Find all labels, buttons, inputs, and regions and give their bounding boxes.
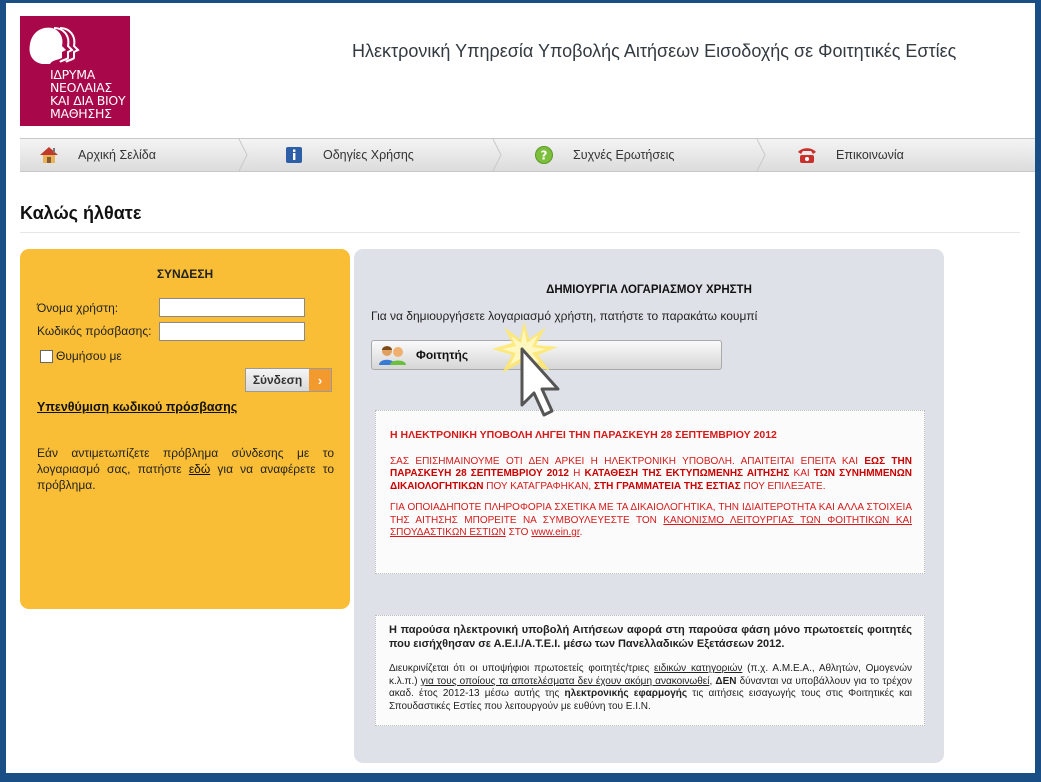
username-input[interactable] [159, 298, 305, 317]
login-panel: ΣΥΝΔΕΣΗ Όνομα χρήστη: Κωδικός πρόσβασης:… [20, 249, 350, 609]
login-button-label: Σύνδεση [252, 373, 303, 387]
nav-separator [492, 139, 502, 171]
eligibility-headline: Η παρούσα ηλεκτρονική υποβολή Αιτήσεων α… [389, 624, 912, 650]
report-problem-link[interactable]: εδώ [189, 462, 210, 476]
eligibility-paragraph: Διευκρινίζεται ότι οι υποψήφιοι πρωτοετε… [389, 663, 913, 712]
password-label: Κωδικός πρόσβασης: [37, 324, 152, 338]
svg-text:?: ? [541, 149, 548, 163]
pending-results-link[interactable]: για τους οποίους τα αποτελέσματα δεν έχο… [421, 676, 710, 687]
remember-me[interactable]: Θυμήσου με [40, 349, 122, 363]
logo-heads-icon [29, 27, 80, 64]
login-title: ΣΥΝΔΕΣΗ [156, 267, 214, 281]
login-help-text: Εάν αντιμετωπίζετε πρόβλημα σύνδεσης με … [37, 446, 334, 492]
title-divider [20, 232, 1020, 233]
nav-item-home[interactable]: Αρχική Σελίδα [38, 139, 156, 171]
username-label: Όνομα χρήστη: [37, 301, 119, 315]
nav-label: Οδηγίες Χρήσης [323, 148, 414, 162]
nav-item-instructions[interactable]: Οδηγίες Χρήσης [283, 139, 414, 171]
remember-label: Θυμήσου με [56, 349, 122, 363]
password-reminder-link[interactable]: Υπενθύμιση κωδικού πρόσβασης [37, 400, 237, 414]
chevron-right-icon: › [309, 369, 331, 391]
eligibility-notice: Η παρούσα ηλεκτρονική υποβολή Αιτήσεων α… [375, 615, 925, 726]
nav-item-faq[interactable]: ? Συχνές Ερωτήσεις [533, 139, 674, 171]
login-button[interactable]: Σύνδεση › [245, 368, 332, 392]
nav-item-contact[interactable]: Επικοινωνία [796, 139, 904, 171]
regulation-paragraph: ΓΙΑ ΟΠΟΙΑΔΗΠΟΤΕ ΠΛΗΡΟΦΟΡΙΑ ΣΧΕΤΙΚΑ ΜΕ ΤΑ… [390, 502, 912, 538]
phone-icon [796, 144, 818, 166]
ein-website-link[interactable]: www.ein.gr [531, 527, 579, 538]
deadline-notice: Η ΗΛΕΚΤΡΟΝΙΚΗ ΥΠΟΒΟΛΗ ΛΗΓΕΙ ΤΗΝ ΠΑΡΑΣΚΕΥ… [375, 410, 925, 574]
deadline-paragraph: ΣΑΣ ΕΠΙΣΗΜΑΙΝΟΥΜΕ ΟΤΙ ΔΕΝ ΑΡΚΕΙ Η ΗΛΕΚΤΡ… [390, 455, 913, 492]
logo[interactable]: ΙΔΡΥΜΑ ΝΕΟΛΑΙΑΣ ΚΑΙ ΔΙΑ ΒΙΟΥ ΜΑΘΗΣΗΣ [20, 16, 130, 126]
special-categories-link[interactable]: ειδικών κατηγοριών [654, 663, 742, 674]
create-account-title: ΔΗΜΙΟΥΡΓΙΑ ΛΟΓΑΡΙΑΣΜΟΥ ΧΡΗΣΤΗ [546, 284, 752, 296]
home-icon [38, 144, 60, 166]
users-icon [376, 344, 410, 366]
account-panel: ΔΗΜΙΟΥΡΓΙΑ ΛΟΓΑΡΙΑΣΜΟΥ ΧΡΗΣΤΗ Για να δημ… [354, 249, 944, 763]
logo-text: ΙΔΡΥΜΑ ΝΕΟΛΑΙΑΣ ΚΑΙ ΔΙΑ ΒΙΟΥ ΜΑΘΗΣΗΣ [50, 67, 126, 121]
main-nav: Αρχική Σελίδα Οδηγίες Χρήσης ? Συχνές Ερ… [20, 138, 1035, 172]
nav-label: Συχνές Ερωτήσεις [573, 148, 675, 162]
nav-separator [756, 139, 766, 171]
nav-label: Αρχική Σελίδα [78, 148, 156, 162]
nav-separator [238, 139, 248, 171]
info-icon [283, 144, 305, 166]
site-title: Ηλεκτρονική Υπηρεσία Υποβολής Αιτήσεων Ε… [352, 41, 957, 61]
question-icon: ? [533, 144, 555, 166]
nav-label: Επικοινωνία [836, 148, 904, 162]
student-button-label: Φοιτητής [416, 348, 469, 362]
remember-checkbox[interactable] [40, 349, 53, 363]
deadline-headline: Η ΗΛΕΚΤΡΟΝΙΚΗ ΥΠΟΒΟΛΗ ΛΗΓΕΙ ΤΗΝ ΠΑΡΑΣΚΕΥ… [390, 429, 777, 441]
mouse-cursor-icon [492, 321, 560, 417]
page-title: Καλώς ήλθατε [20, 203, 142, 223]
browser-page: ΙΔΡΥΜΑ ΝΕΟΛΑΙΑΣ ΚΑΙ ΔΙΑ ΒΙΟΥ ΜΑΘΗΣΗΣ Ηλε… [6, 3, 1035, 773]
password-input[interactable] [159, 322, 305, 341]
